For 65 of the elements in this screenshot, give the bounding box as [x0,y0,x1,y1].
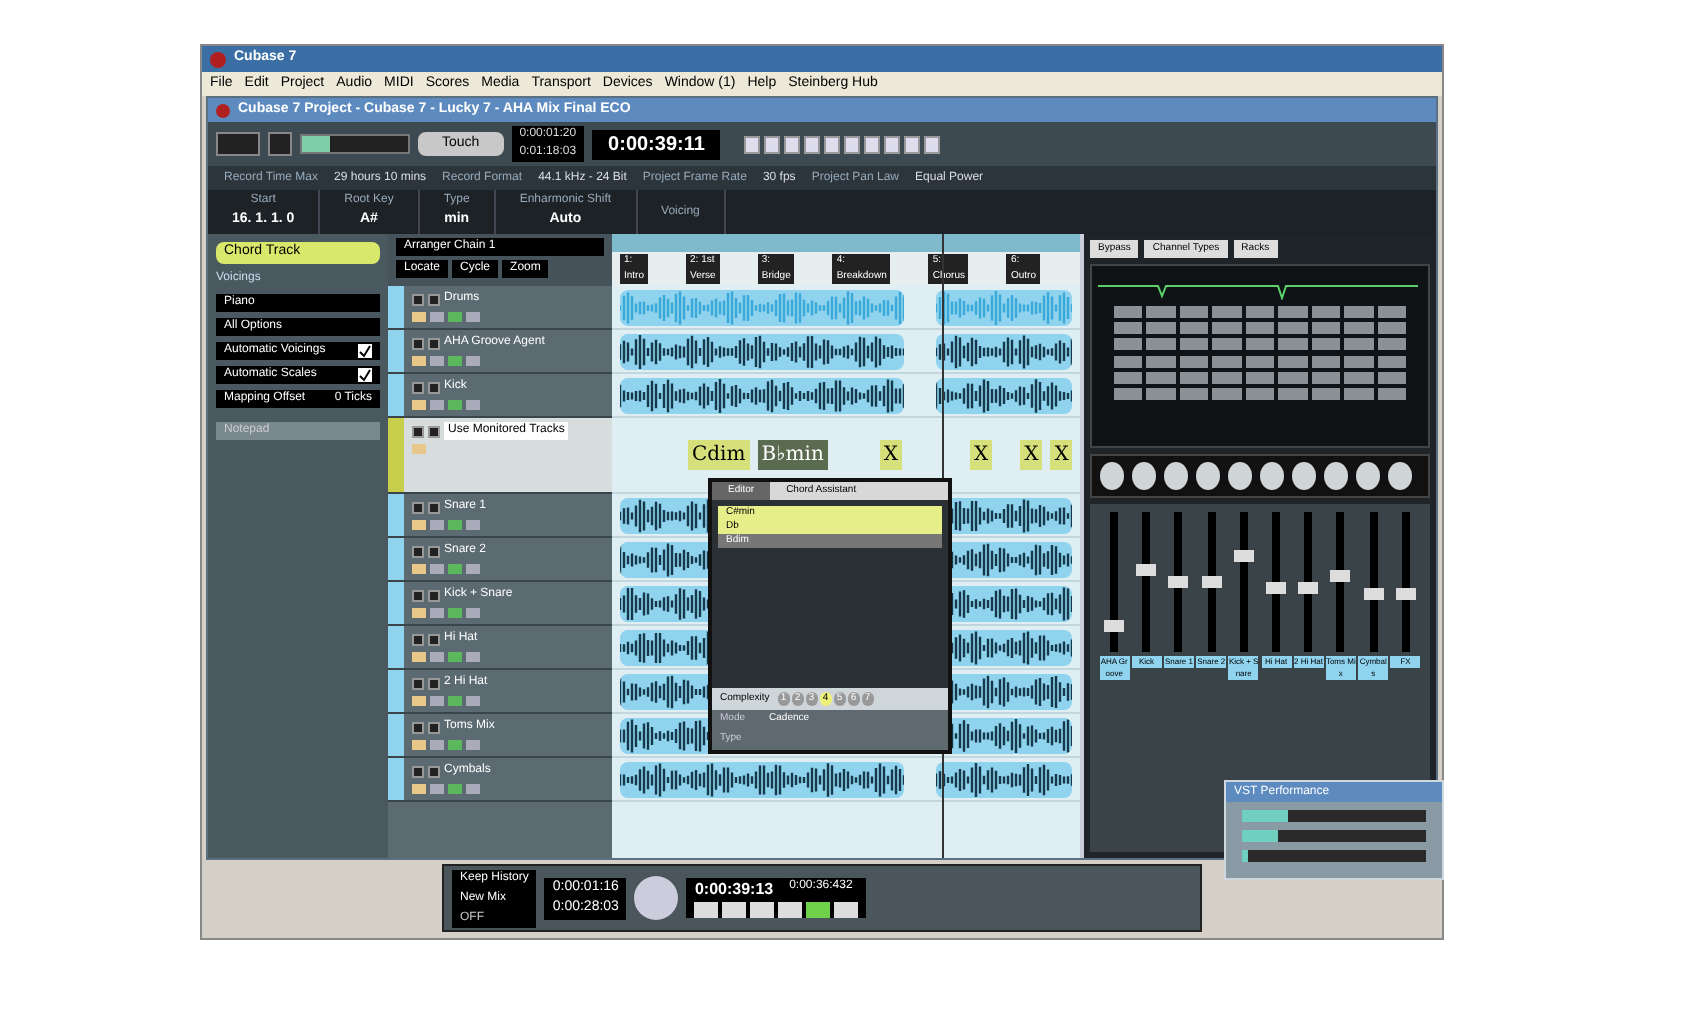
solo-button[interactable] [428,589,440,601]
chord-event[interactable]: Cdim [688,440,750,470]
mute-button[interactable] [412,545,424,557]
audio-event[interactable] [935,761,1072,797]
chord-event[interactable]: X [1020,440,1043,470]
mute-button[interactable] [412,425,424,437]
solo-button[interactable] [428,765,440,777]
fader-track[interactable] [1369,512,1378,652]
solo-button[interactable] [428,721,440,733]
fader-track[interactable] [1401,512,1410,652]
fader-track[interactable] [1110,512,1119,652]
solo-button[interactable] [428,337,440,349]
mute-button[interactable] [412,589,424,601]
checkbox[interactable] [358,368,372,382]
mute-button[interactable] [412,677,424,689]
fader-handle[interactable] [1266,582,1287,595]
fader-handle[interactable] [1233,550,1254,563]
fader-track[interactable] [1207,512,1216,652]
fader-track[interactable] [1272,512,1281,652]
toolbar-button[interactable] [216,132,260,156]
chord-event[interactable]: B♭min [757,440,828,470]
fader-track[interactable] [1336,512,1345,652]
solo-button[interactable] [428,501,440,513]
chord-event[interactable]: X [879,440,903,470]
fader-handle[interactable] [1201,576,1222,588]
position-display: 0:00:39:13 [694,878,774,902]
audio-event[interactable] [935,377,1072,413]
solo-button[interactable] [428,677,440,689]
audio-event[interactable] [620,333,904,369]
solo-button[interactable] [428,293,440,305]
fader-handle[interactable] [1298,582,1319,595]
solo-button[interactable] [428,425,440,437]
chord-event[interactable]: X [970,440,993,470]
fader-handle[interactable] [1136,563,1157,576]
track-control-button[interactable] [412,444,426,454]
mute-button[interactable] [412,381,424,393]
fader-handle[interactable] [1363,588,1384,601]
fader-handle[interactable] [1395,588,1416,601]
fader-track[interactable] [1142,512,1151,652]
fader-track[interactable] [1304,512,1313,652]
solo-button[interactable] [428,381,440,393]
audio-event[interactable] [620,761,904,797]
fader-handle[interactable] [1168,576,1189,588]
mute-button[interactable] [412,501,424,513]
app-icon [210,51,226,67]
app-icon [216,103,230,117]
level-meter-drawing [300,134,410,154]
checkbox[interactable] [358,344,372,358]
mute-button[interactable] [412,765,424,777]
time-display: 0:00:39:11 [592,129,721,159]
toolbar-button[interactable] [268,132,292,156]
audio-event[interactable] [935,333,1072,369]
fader-track[interactable] [1174,512,1183,652]
mute-button[interactable] [412,721,424,733]
audio-event[interactable] [620,377,904,413]
mute-button[interactable] [412,633,424,645]
fader-handle[interactable] [1104,620,1125,633]
jog-wheel[interactable] [634,876,679,920]
solo-button[interactable] [428,633,440,645]
mute-button[interactable] [412,337,424,349]
solo-button[interactable] [428,545,440,557]
chord-event[interactable]: X [1050,440,1073,470]
fader-handle[interactable] [1330,569,1351,582]
fader-track[interactable] [1239,512,1248,652]
mute-button[interactable] [412,293,424,305]
